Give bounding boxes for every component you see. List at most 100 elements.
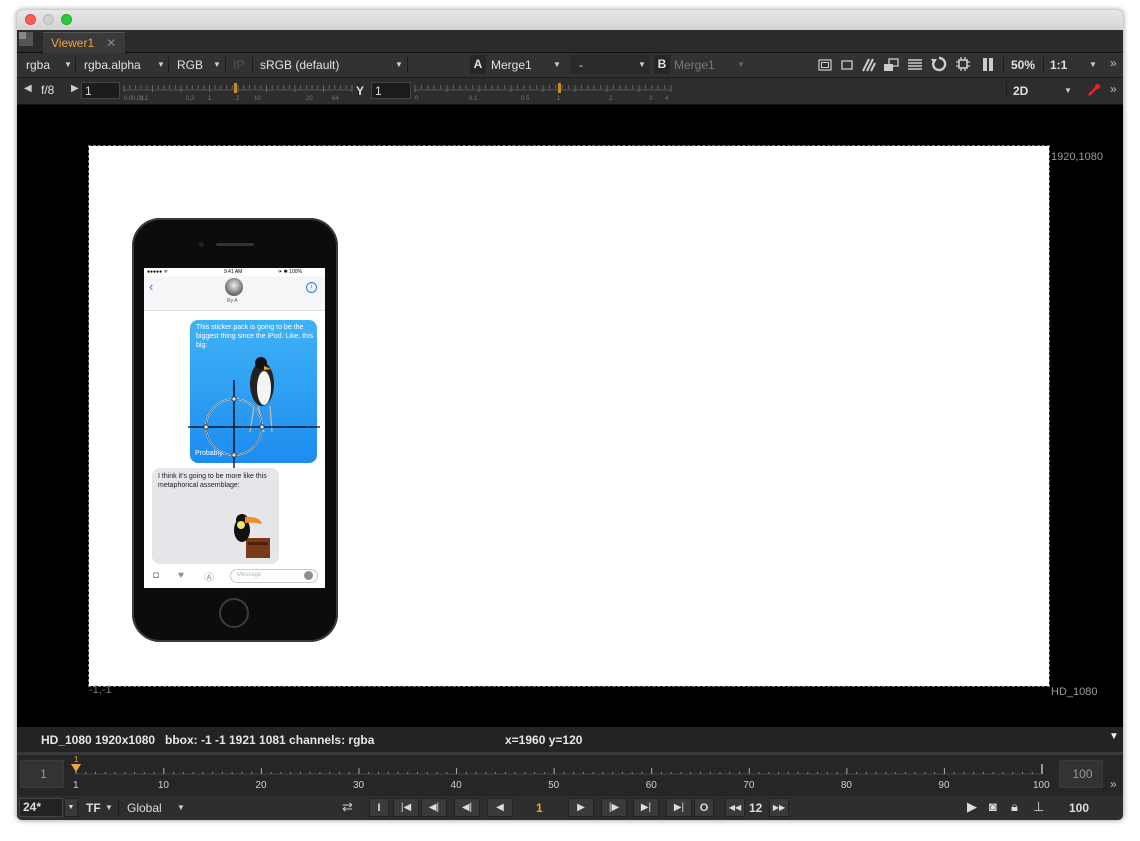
iphone-screen: ●●●●● ᯤ 9:41 AM ✈ ✱ 100% ‹ Ry A i This s… [144, 268, 325, 588]
chevron-down-icon: ▼ [64, 60, 72, 69]
chevron-down-icon: ▼ [395, 60, 403, 69]
bbox-info: bbox: -1 -1 1921 1081 channels: rgba [165, 733, 375, 747]
zoom-window-button[interactable] [61, 14, 72, 25]
roi-icon[interactable] [818, 58, 832, 72]
expand-toolbar-icon[interactable]: » [1110, 56, 1117, 70]
lock-icon[interactable]: 🔒︎ [1011, 799, 1018, 815]
step-back-button[interactable]: ◀| [454, 798, 480, 817]
input-a-dropdown[interactable]: Merge1 [491, 58, 532, 72]
fstop-decrease-icon[interactable]: ◀ [24, 83, 32, 94]
ruler-tick-label: 1 [73, 780, 79, 791]
viewer-window: Viewer1 ✕ rgba ▼ rgba.alpha ▼ RGB ▼ IP s… [17, 10, 1123, 820]
zoom-level[interactable]: 50% [1011, 58, 1035, 72]
contact-avatar[interactable] [225, 278, 243, 296]
viewer-canvas[interactable]: ●●●●● ᯤ 9:41 AM ✈ ✱ 100% ‹ Ry A i This s… [17, 105, 1123, 727]
playhead-marker [71, 764, 81, 772]
minimize-window-button[interactable] [43, 14, 54, 25]
app-store-icon[interactable]: Ⓐ [204, 569, 214, 584]
tab-title: Viewer1 [51, 36, 95, 50]
play-backward-button[interactable]: ◀ [487, 798, 513, 817]
timeline-ruler[interactable]: 1 10 20 30 40 50 60 70 80 90 100 1 [67, 752, 1057, 796]
close-window-button[interactable] [25, 14, 36, 25]
display-channel-dropdown[interactable]: RGB [177, 58, 203, 72]
close-tab-icon[interactable]: ✕ [106, 36, 116, 50]
chevron-down-icon: ▼ [638, 60, 646, 69]
end-frame-value[interactable]: 100 [1069, 801, 1089, 815]
next-keyframe-button[interactable]: ▶| [633, 798, 659, 817]
proxy-icon[interactable] [883, 58, 899, 72]
current-frame-display[interactable]: 1 [536, 801, 543, 815]
slider-tick-label: 0.1 [140, 96, 149, 101]
ruler-tick-label: 50 [548, 780, 560, 791]
panel-menu-icon[interactable] [18, 31, 34, 47]
color-picker-icon[interactable] [1087, 83, 1101, 97]
gamma-input[interactable]: 1 [371, 82, 411, 99]
transform-gizmo-icon[interactable] [188, 378, 320, 478]
colorspace-dropdown[interactable]: sRGB (default) [260, 58, 339, 72]
microphone-icon[interactable] [304, 571, 313, 580]
info-dropdown-icon[interactable]: ▼ [1109, 731, 1119, 742]
step-forward-button[interactable]: |▶ [601, 798, 627, 817]
play-forward-button[interactable]: ▶ [568, 798, 594, 817]
gain-input[interactable]: 1 [81, 82, 120, 99]
gpu-chip-icon[interactable] [955, 56, 971, 72]
pointer-coords: x=1960 y=120 [505, 733, 583, 747]
skip-forward-button[interactable]: ▶▶ [769, 798, 789, 817]
first-frame-button[interactable]: |◀ [393, 798, 419, 817]
gamma-slider[interactable]: 0 0.1 0.5 1 2 3 4 [413, 81, 673, 101]
end-frame-input[interactable]: 100 [1059, 760, 1103, 788]
input-process-toggle[interactable]: IP [233, 58, 244, 72]
operation-dropdown[interactable]: - [579, 58, 583, 72]
fstop-label[interactable]: f/8 [41, 83, 54, 97]
in-point-button[interactable]: I [369, 798, 389, 817]
tab-viewer1[interactable]: Viewer1 ✕ [43, 32, 125, 53]
image-frame: ●●●●● ᯤ 9:41 AM ✈ ✱ 100% ‹ Ry A i This s… [88, 145, 1050, 687]
camera-icon[interactable]: ◘ [153, 570, 159, 581]
slider-tick-label: 1 [208, 96, 212, 101]
frame-increment-input[interactable]: 12 [749, 801, 762, 815]
slider-tick-label: 64 [332, 96, 339, 101]
view-mode-dropdown[interactable]: 2D [1013, 84, 1028, 98]
slider-tick-label: 10 [254, 96, 261, 101]
zebra-stripes-icon[interactable] [862, 58, 876, 72]
fstop-increase-icon[interactable]: ▶ [71, 83, 79, 94]
timecode-format-dropdown[interactable]: TF [86, 801, 101, 815]
skip-back-button[interactable]: ◀◀ [725, 798, 745, 817]
range-mode-dropdown[interactable]: Global [127, 801, 162, 815]
info-bar: HD_1080 1920x1080 bbox: -1 -1 1921 1081 … [17, 728, 1123, 752]
chevron-down-icon: ▼ [1064, 86, 1072, 95]
expand-timeline-icon[interactable]: » [1110, 777, 1117, 791]
previous-keyframe-button[interactable]: ◀| [421, 798, 447, 817]
loop-mode-icon[interactable]: ⇄ [342, 799, 353, 815]
iphone-mockup: ●●●●● ᯤ 9:41 AM ✈ ✱ 100% ‹ Ry A i This s… [132, 218, 338, 642]
expand-toolbar-icon[interactable]: » [1110, 82, 1117, 96]
playback-range-icon[interactable]: ⊥ [1033, 799, 1044, 815]
pixel-ratio-dropdown[interactable]: 1:1 [1050, 58, 1067, 72]
slider-tick-label: 0.5 [521, 96, 530, 101]
separator [252, 57, 253, 73]
channels-dropdown[interactable]: rgba [26, 58, 50, 72]
start-frame-input[interactable]: 1 [20, 760, 64, 788]
fps-input[interactable]: 24* [19, 798, 63, 817]
ruler-tick-label: 80 [841, 780, 853, 791]
format-bottom-right-label: HD_1080 [1051, 686, 1098, 698]
flipbook-icon[interactable]: ▶ [967, 799, 977, 815]
scanlines-icon[interactable] [907, 58, 923, 72]
message-1-text: This sticker pack is going to be the big… [196, 324, 314, 349]
fps-dropdown-icon[interactable]: ▼ [64, 798, 78, 817]
last-frame-button[interactable]: ▶| [666, 798, 692, 817]
alpha-channel-dropdown[interactable]: rgba.alpha [84, 58, 141, 72]
back-icon[interactable]: ‹ [149, 279, 153, 294]
digital-touch-icon[interactable]: ♥ [178, 570, 184, 581]
safe-area-icon[interactable] [840, 58, 854, 72]
out-point-button[interactable]: O [694, 798, 714, 817]
render-icon[interactable]: ◙ [989, 799, 997, 814]
separator [407, 57, 408, 73]
pause-icon[interactable] [981, 57, 995, 72]
info-icon[interactable]: i [306, 282, 317, 293]
input-b-dropdown[interactable]: Merge1 [674, 58, 715, 72]
status-time: 9:41 AM [224, 269, 243, 275]
transport-bar: 24* ▼ TF ▼ Global ▼ ⇄ I |◀ ◀| ◀| ◀ 1 ▶ |… [17, 796, 1123, 820]
gain-slider[interactable]: 0.0 0.010.1 0.2 1 2 10 20 64 [122, 81, 354, 101]
refresh-icon[interactable] [931, 56, 947, 73]
